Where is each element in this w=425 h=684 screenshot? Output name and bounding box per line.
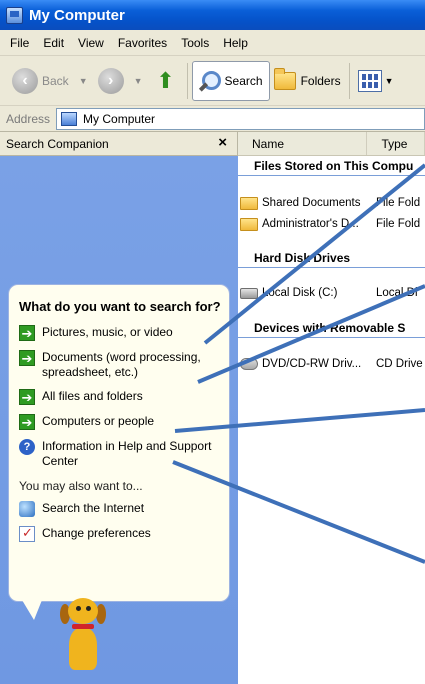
forward-arrow-icon: › [97,67,124,94]
option-label: Pictures, music, or video [42,325,173,339]
title-bar[interactable]: My Computer [0,0,425,30]
up-arrow-icon: ⬆ [156,67,175,93]
folders-label: Folders [300,73,341,88]
group-header-removable-storage: Devices with Removable S [238,318,425,338]
green-arrow-icon: ➔ [19,389,35,405]
option-pictures-music-video[interactable]: ➔ Pictures, music, or video [19,325,221,341]
toolbar: ‹ Back ▼ › ▼ ⬆ Search Folders ▼ [0,56,425,106]
up-folder-button[interactable]: ⬆ [149,61,183,101]
item-name: Shared Documents [262,197,361,209]
green-arrow-icon: ➔ [19,350,35,366]
toolbar-separator [348,62,350,99]
search-dog-character[interactable] [58,598,108,678]
list-item-administrators-documents[interactable]: Administrator's D... File Fold [240,215,425,233]
back-label: Back [42,73,69,88]
menu-view[interactable]: View [78,36,104,50]
preferences-icon [19,525,35,542]
menu-file[interactable]: File [10,36,29,50]
folder-icon [240,196,258,210]
green-arrow-icon: ➔ [19,414,35,430]
address-bar: Address My Computer [0,106,425,132]
help-icon: ? [19,439,35,455]
forward-dropdown-icon[interactable]: ▼ [134,76,143,86]
option-label: All files and folders [42,389,143,403]
column-name-header[interactable]: Name [238,132,368,155]
search-options-balloon: What do you want to search for? ➔ Pictur… [8,284,230,602]
option-label: Change preferences [42,526,151,540]
search-companion-header: Search Companion × [0,132,238,156]
menu-edit[interactable]: Edit [43,36,64,50]
option-search-internet[interactable]: Search the Internet [19,501,221,517]
option-label: Search the Internet [42,501,145,515]
folders-icon [273,67,296,90]
option-label: Information in Help and Support Center [42,439,212,468]
list-item-shared-documents[interactable]: Shared Documents File Fold [240,194,425,212]
forward-button[interactable]: › [94,61,128,101]
my-computer-icon [6,6,23,24]
item-name: Administrator's D... [262,218,359,230]
option-label: Documents (word processing, spreadsheet,… [42,350,201,379]
option-all-files-folders[interactable]: ➔ All files and folders [19,389,221,405]
toolbar-separator [186,62,188,99]
option-help-support[interactable]: ? Information in Help and Support Center [19,439,221,469]
my-computer-icon [61,111,78,126]
search-question: What do you want to search for? [19,299,221,314]
address-label: Address [6,111,51,126]
views-button[interactable]: ▼ [354,61,404,101]
menu-tools[interactable]: Tools [181,36,209,50]
search-button[interactable]: Search [191,60,270,101]
search-companion-title: Search Companion [6,136,109,151]
folder-icon [240,217,258,231]
menu-favorites[interactable]: Favorites [118,36,167,50]
close-icon[interactable]: × [218,134,227,151]
views-icon [357,69,382,92]
address-field[interactable]: My Computer [56,107,425,130]
cd-drive-icon [240,358,258,370]
list-item-local-disk-c[interactable]: Local Disk (C:) Local Di [240,284,425,302]
balloon-tail [22,600,42,620]
group-header-files-stored: Files Stored on This Compu [238,156,425,176]
search-label: Search [224,73,263,88]
menu-help[interactable]: Help [223,36,248,50]
back-arrow-icon: ‹ [12,67,38,94]
also-heading: You may also want to... [19,479,143,493]
search-companion-pane: What do you want to search for? ➔ Pictur… [0,156,238,684]
address-value: My Computer [83,111,156,126]
option-change-preferences[interactable]: Change preferences [19,525,221,542]
item-type: File Fold [376,218,421,230]
item-type: File Fold [376,197,421,209]
search-icon [197,70,221,92]
option-documents[interactable]: ➔ Documents (word processing, spreadshee… [19,350,221,380]
folders-button[interactable]: Folders [270,61,345,101]
group-header-hard-disk-drives: Hard Disk Drives [238,248,425,268]
file-list: Files Stored on This Compu Shared Docume… [238,156,425,684]
item-name: DVD/CD-RW Driv... [262,358,362,370]
option-computers-people[interactable]: ➔ Computers or people [19,414,221,430]
item-type: Local Di [376,287,418,299]
list-item-dvd-cd-rw-drive[interactable]: DVD/CD-RW Driv... CD Drive [240,355,425,373]
item-type: CD Drive [376,358,423,370]
menu-bar: File Edit View Favorites Tools Help [0,30,425,56]
hard-disk-icon [240,287,258,299]
views-dropdown-icon: ▼ [384,75,394,86]
window-title: My Computer [29,6,125,24]
back-dropdown-icon[interactable]: ▼ [79,76,88,86]
back-button[interactable]: ‹ Back [8,61,73,101]
column-header-bar: Name Type [238,132,425,156]
option-label: Computers or people [42,414,155,428]
green-arrow-icon: ➔ [19,325,35,341]
column-type-header[interactable]: Type [367,132,425,155]
internet-search-icon [19,501,35,517]
item-name: Local Disk (C:) [262,287,338,299]
